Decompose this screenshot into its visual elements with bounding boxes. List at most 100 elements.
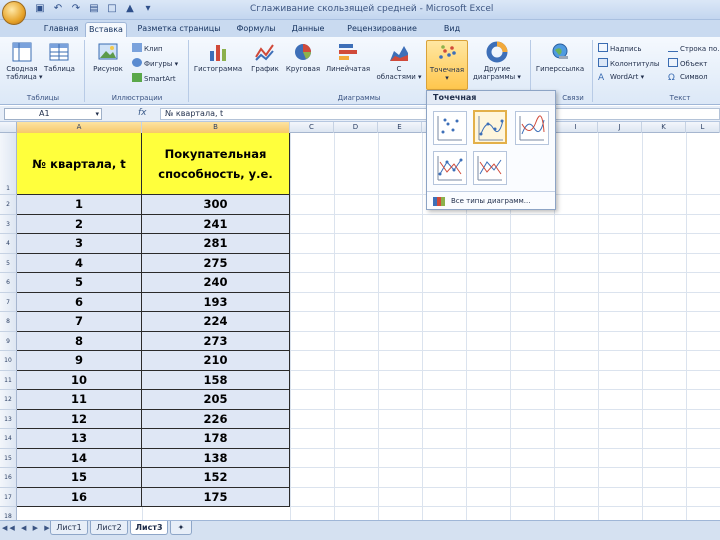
- sheet-tab[interactable]: Лист1: [50, 521, 88, 535]
- quarter-cell[interactable]: 4: [17, 253, 142, 273]
- scatter-smooth-markers-option[interactable]: [473, 110, 507, 144]
- office-button[interactable]: [2, 1, 26, 25]
- tab-review[interactable]: Рецензирование: [337, 22, 427, 37]
- quarter-cell[interactable]: 10: [17, 370, 142, 390]
- row-header[interactable]: 2: [0, 195, 17, 215]
- column-header[interactable]: K: [642, 122, 686, 133]
- quarter-cell[interactable]: 16: [17, 487, 142, 507]
- row-header[interactable]: 6: [0, 273, 17, 293]
- purchasing-power-cell[interactable]: 224: [142, 312, 290, 332]
- table-header-purchasing-power[interactable]: Покупательная способность, у.е.: [142, 133, 290, 195]
- header-footer-button[interactable]: Колонтитулы: [598, 58, 659, 69]
- print-icon[interactable]: ▤: [88, 3, 100, 15]
- purchasing-power-cell[interactable]: 193: [142, 292, 290, 312]
- quarter-cell[interactable]: 1: [17, 195, 142, 215]
- purchasing-power-cell[interactable]: 138: [142, 448, 290, 468]
- table-button[interactable]: Таблица: [44, 41, 75, 73]
- row-header[interactable]: 12: [0, 390, 17, 410]
- signature-line-button[interactable]: Строка по...: [668, 43, 720, 54]
- purchasing-power-cell[interactable]: 175: [142, 487, 290, 507]
- wordart-button[interactable]: A WordArt ▾: [598, 73, 644, 83]
- row-header[interactable]: 13: [0, 409, 17, 429]
- row-header[interactable]: 14: [0, 429, 17, 449]
- column-header[interactable]: A: [17, 122, 142, 133]
- row-header[interactable]: 18: [0, 507, 17, 520]
- tab-data[interactable]: Данные: [283, 22, 333, 37]
- column-header[interactable]: B: [142, 122, 290, 133]
- tab-home[interactable]: Главная: [40, 22, 82, 37]
- tab-page-layout[interactable]: Разметка страницы: [132, 22, 226, 37]
- quarter-cell[interactable]: 2: [17, 214, 142, 234]
- row-header[interactable]: 3: [0, 214, 17, 234]
- chevron-down-icon[interactable]: ▾: [142, 3, 154, 15]
- tab-view[interactable]: Вид: [432, 22, 472, 37]
- redo-icon[interactable]: ↷: [70, 3, 82, 15]
- purchasing-power-cell[interactable]: 300: [142, 195, 290, 215]
- purchasing-power-cell[interactable]: 158: [142, 370, 290, 390]
- histogram-button[interactable]: Гистограмма: [192, 41, 244, 73]
- select-all-corner[interactable]: [0, 122, 17, 133]
- row-header[interactable]: 8: [0, 312, 17, 332]
- picture-button[interactable]: Рисунок: [90, 41, 126, 73]
- quarter-cell[interactable]: 3: [17, 234, 142, 254]
- smartart-button[interactable]: SmartArt: [132, 73, 176, 84]
- quarter-cell[interactable]: 15: [17, 468, 142, 488]
- area-chart-button[interactable]: С областями ▾: [376, 41, 422, 81]
- row-header[interactable]: 5: [0, 253, 17, 273]
- quarter-cell[interactable]: 11: [17, 390, 142, 410]
- purchasing-power-cell[interactable]: 226: [142, 409, 290, 429]
- object-button[interactable]: Объект: [668, 58, 707, 69]
- row-header[interactable]: 17: [0, 487, 17, 507]
- shapes-button[interactable]: Фигуры ▾: [132, 58, 178, 69]
- row-header[interactable]: 4: [0, 234, 17, 254]
- name-box[interactable]: A1 ▾: [4, 108, 102, 120]
- all-chart-types-option[interactable]: Все типы диаграмм...: [427, 191, 555, 209]
- purchasing-power-cell[interactable]: 281: [142, 234, 290, 254]
- quarter-cell[interactable]: 12: [17, 409, 142, 429]
- purchasing-power-cell[interactable]: 152: [142, 468, 290, 488]
- pie-chart-button[interactable]: Круговая: [284, 41, 322, 73]
- scatter-chart-button[interactable]: Точечная ▾: [426, 40, 468, 90]
- row-header[interactable]: 1: [0, 133, 17, 195]
- purchasing-power-cell[interactable]: 178: [142, 429, 290, 449]
- scatter-smooth-lines-option[interactable]: [515, 111, 549, 145]
- purchasing-power-cell[interactable]: 240: [142, 273, 290, 293]
- scatter-straight-lines-option[interactable]: [473, 151, 507, 185]
- symbol-button[interactable]: Ω Символ: [668, 73, 708, 83]
- tab-insert[interactable]: Вставка: [85, 22, 127, 37]
- quarter-cell[interactable]: 6: [17, 292, 142, 312]
- purchasing-power-cell[interactable]: 275: [142, 253, 290, 273]
- quarter-cell[interactable]: 14: [17, 448, 142, 468]
- pivot-table-button[interactable]: Сводная таблица ▾: [6, 41, 43, 81]
- quarter-cell[interactable]: 5: [17, 273, 142, 293]
- purchasing-power-cell[interactable]: 241: [142, 214, 290, 234]
- preview-icon[interactable]: □: [106, 3, 118, 15]
- purchasing-power-cell[interactable]: 210: [142, 351, 290, 371]
- column-header[interactable]: J: [598, 122, 642, 133]
- chevron-down-icon[interactable]: ▾: [95, 109, 99, 119]
- scatter-straight-markers-option[interactable]: [433, 151, 467, 185]
- textbox-button[interactable]: Надпись: [598, 43, 642, 54]
- quarter-cell[interactable]: 13: [17, 429, 142, 449]
- row-header[interactable]: 10: [0, 351, 17, 371]
- sheet-tab[interactable]: Лист2: [90, 521, 128, 535]
- column-header[interactable]: L: [686, 122, 720, 133]
- column-header[interactable]: E: [378, 122, 422, 133]
- quarter-cell[interactable]: 8: [17, 331, 142, 351]
- column-header[interactable]: C: [290, 122, 334, 133]
- sheet-tab-active[interactable]: Лист3: [130, 521, 168, 535]
- row-header[interactable]: 11: [0, 370, 17, 390]
- row-header[interactable]: 15: [0, 448, 17, 468]
- row-header[interactable]: 7: [0, 292, 17, 312]
- quarter-cell[interactable]: 9: [17, 351, 142, 371]
- other-charts-button[interactable]: Другие диаграммы ▾: [470, 41, 524, 81]
- tab-formulas[interactable]: Формулы: [232, 22, 280, 37]
- purchasing-power-cell[interactable]: 205: [142, 390, 290, 410]
- clip-button[interactable]: Клип: [132, 43, 163, 54]
- open-icon[interactable]: ▲: [124, 3, 136, 15]
- hyperlink-button[interactable]: Гиперссылка: [532, 41, 588, 73]
- insert-sheet-button[interactable]: ✦: [170, 521, 192, 535]
- row-header[interactable]: 16: [0, 468, 17, 488]
- bar-chart-button[interactable]: Линейчатая: [324, 41, 372, 73]
- column-header[interactable]: D: [334, 122, 378, 133]
